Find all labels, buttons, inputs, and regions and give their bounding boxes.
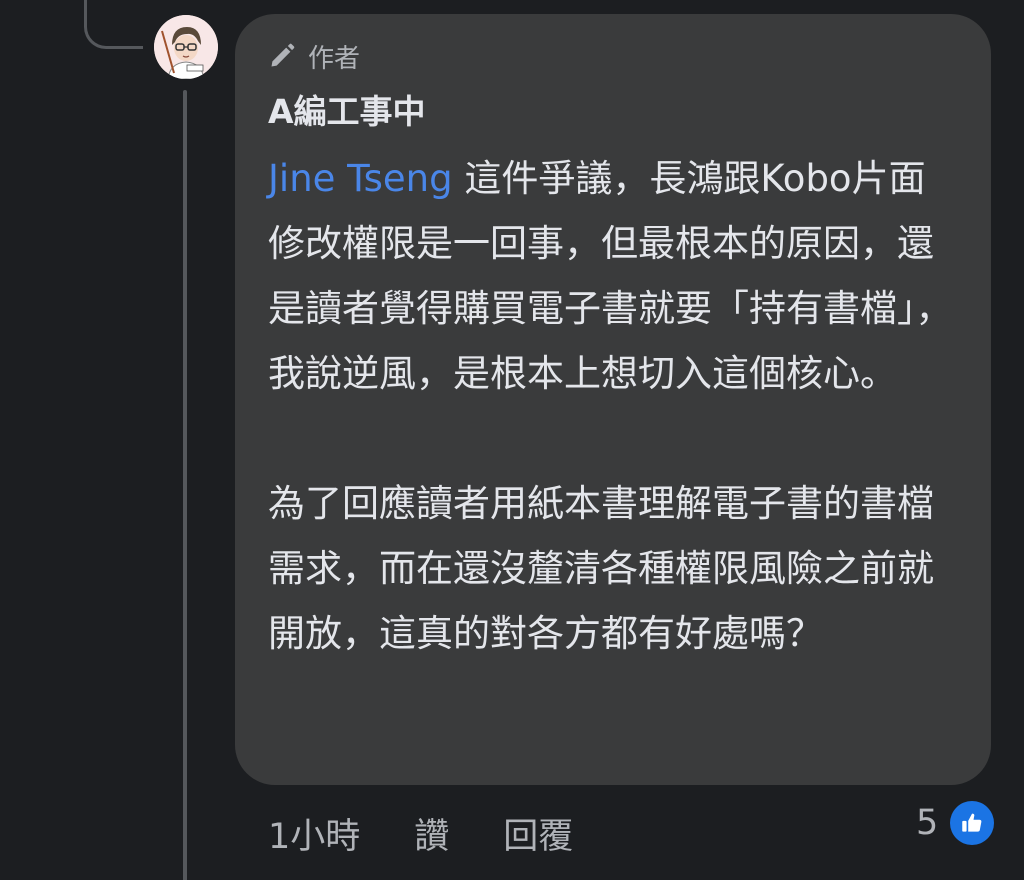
reply-button[interactable]: 回覆 — [503, 808, 573, 859]
comment-actions: 1小時 讚 回覆 — [268, 808, 573, 858]
avatar[interactable] — [154, 15, 218, 79]
avatar-illustration — [154, 15, 218, 79]
comment-paragraph-2: 為了回應讀者用紙本書理解電子書的書檔需求，而在還沒釐清各種權限風險之前就開放，這… — [268, 482, 934, 655]
comment-text: Jine Tseng 這件爭議，長鴻跟Kobo片面修改權限是一回事，但最根本的原… — [268, 146, 958, 666]
thumbs-up-icon — [950, 801, 995, 845]
thread-connector-line — [183, 90, 187, 880]
thread-connector-elbow — [84, 0, 143, 49]
mention-link[interactable]: Jine Tseng — [268, 157, 453, 200]
comment-timestamp[interactable]: 1小時 — [268, 808, 360, 859]
reaction-count: 5 — [916, 803, 939, 843]
pencil-icon — [268, 42, 296, 70]
comment-bubble: 作者 A編工事中 Jine Tseng 這件爭議，長鴻跟Kobo片面修改權限是一… — [235, 14, 991, 785]
author-badge: 作者 — [268, 36, 959, 76]
author-badge-label: 作者 — [308, 43, 361, 74]
like-button[interactable]: 讚 — [414, 808, 449, 859]
comment-author-name[interactable]: A編工事中 — [268, 88, 959, 136]
comment-paragraph-1: Jine Tseng 這件爭議，長鴻跟Kobo片面修改權限是一回事，但最根本的原… — [268, 146, 958, 406]
comment-thread: 作者 A編工事中 Jine Tseng 這件爭議，長鴻跟Kobo片面修改權限是一… — [0, 0, 1024, 880]
reaction-summary[interactable]: 5 — [916, 800, 995, 846]
